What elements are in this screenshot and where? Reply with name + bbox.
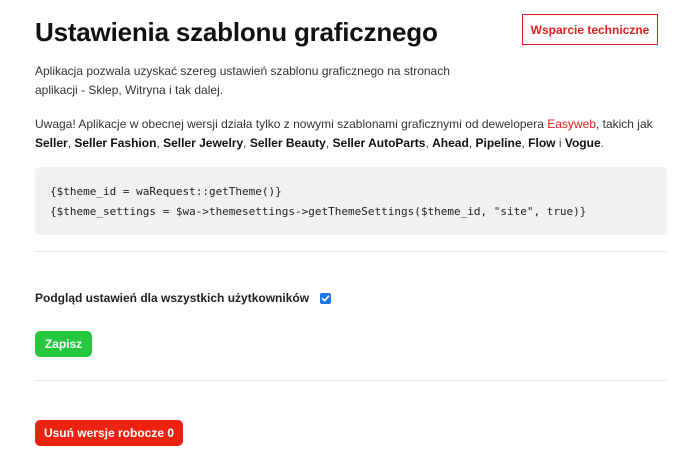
code-snippet: {$theme_id = waRequest::getTheme()}{$the… (35, 167, 667, 235)
theme-name: Flow (528, 136, 556, 150)
warning-prefix: Uwaga! Aplikacje w obecnej wersji działa… (35, 117, 548, 131)
check-icon (321, 294, 330, 301)
code-line-2: {$theme_settings = $wa->themesettings->g… (50, 205, 587, 218)
theme-name: Vogue (564, 136, 601, 150)
theme-name: Seller Jewelry (163, 136, 244, 150)
theme-name: Seller AutoParts (332, 136, 426, 150)
page-title: Ustawienia szablonu graficznego (35, 17, 438, 47)
divider (35, 380, 667, 381)
preview-checkbox[interactable] (320, 292, 332, 304)
app-description: Aplikacja pozwala uzyskać szereg ustawie… (35, 62, 475, 100)
code-line-1: {$theme_id = waRequest::getTheme()} (50, 185, 282, 198)
preview-label: Podgląd ustawień dla wszystkich użytkown… (35, 291, 310, 305)
theme-name: Seller Beauty (249, 136, 326, 150)
theme-name: Seller Fashion (74, 136, 157, 150)
save-button[interactable]: Zapisz (35, 331, 92, 357)
developer-link[interactable]: Easyweb (547, 117, 596, 131)
description-line-1: Aplikacja pozwala uzyskać szereg ustawie… (35, 64, 450, 78)
delete-drafts-button[interactable]: Usuń wersje robocze 0 (35, 420, 183, 446)
description-line-2: aplikacji - Sklep, Witryna i tak dalej. (35, 83, 224, 97)
preview-setting-row: Podgląd ustawień dla wszystkich użytkown… (35, 289, 332, 307)
divider (35, 251, 667, 252)
theme-name: Pipeline (475, 136, 522, 150)
compatibility-warning: Uwaga! Aplikacje w obecnej wersji działa… (35, 117, 653, 150)
theme-name: Seller (35, 136, 68, 150)
theme-name: Ahead (432, 136, 469, 150)
support-button[interactable]: Wsparcie techniczne (522, 14, 658, 45)
warning-after-link: , takich jak (595, 117, 653, 131)
